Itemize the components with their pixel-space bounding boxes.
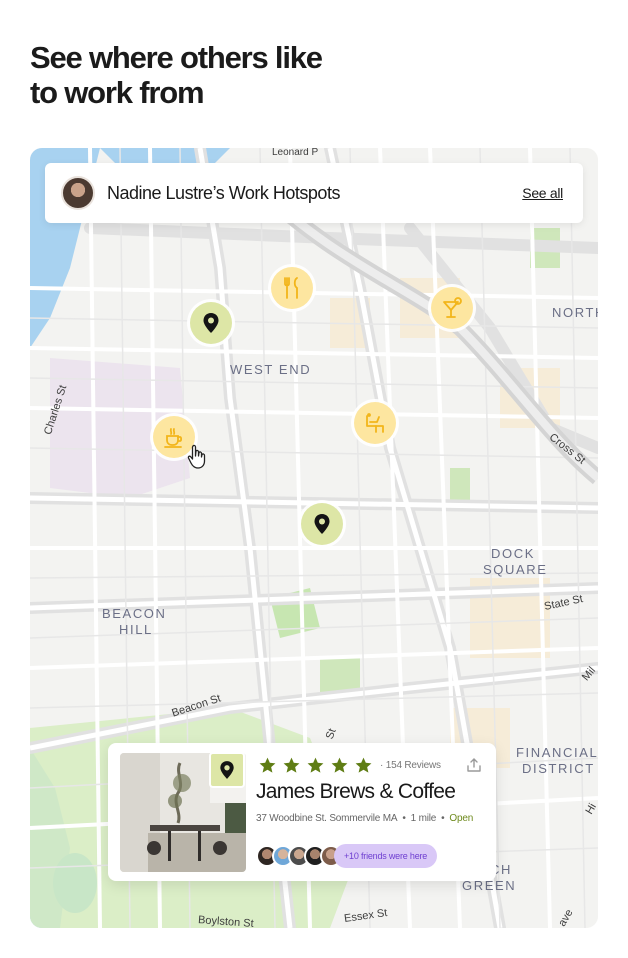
star-icon xyxy=(355,757,372,773)
share-icon[interactable] xyxy=(466,757,482,773)
headline-line-2: to work from xyxy=(30,75,205,110)
hand-pointer-icon xyxy=(187,444,206,469)
page-headline: See where others like to work from xyxy=(30,40,450,110)
desk-chair-icon xyxy=(366,413,384,433)
meta-separator: • xyxy=(402,813,406,824)
area-label-dock-square-2: SQUARE xyxy=(483,562,548,577)
hotspots-header-card: Nadine Lustre’s Work Hotspots See all xyxy=(45,163,583,223)
location-pin-icon xyxy=(314,514,330,534)
place-name[interactable]: James Brews & Coffee xyxy=(256,780,456,804)
star-icon xyxy=(331,757,348,773)
map-view[interactable]: WEST END NORTH BEACON HILL DOCK SQUARE F… xyxy=(30,148,598,928)
location-pin-icon xyxy=(220,761,234,779)
area-label-west-end: WEST END xyxy=(230,362,312,377)
star-icon xyxy=(307,757,324,773)
street-label-leonard: Leonard P xyxy=(272,148,319,158)
place-distance: 1 mile xyxy=(410,813,437,824)
fork-knife-icon xyxy=(284,277,298,299)
review-count[interactable]: · 154 Reviews xyxy=(380,760,441,771)
area-label-dock-square-1: DOCK xyxy=(491,546,535,561)
area-label-north: NORTH xyxy=(552,305,598,320)
meta-separator: • xyxy=(441,813,445,824)
rating-stars: · 154 Reviews xyxy=(258,756,441,775)
area-label-beacon-hill-2: HILL xyxy=(119,622,153,637)
place-card[interactable]: · 154 Reviews James Brews & Coffee 37 Wo… xyxy=(108,743,496,881)
area-label-beacon-hill-1: BEACON xyxy=(102,606,167,621)
map-pin-restaurant[interactable] xyxy=(271,267,313,309)
headline-line-1: See where others like xyxy=(30,40,323,75)
star-icon xyxy=(259,757,276,773)
coffee-cup-icon xyxy=(164,428,183,448)
place-meta: 37 Woodbine St. Sommervile MA • 1 mile •… xyxy=(256,813,473,824)
see-all-link[interactable]: See all xyxy=(522,185,563,201)
map-pin-location-1[interactable] xyxy=(190,302,232,344)
friends-count-badge[interactable]: +10 friends were here xyxy=(334,844,438,868)
map-pin-location-2[interactable] xyxy=(301,503,343,545)
area-label-financial-2: DISTRICT xyxy=(522,761,595,776)
cocktail-icon xyxy=(443,297,462,318)
friends-visited[interactable]: +10 friends were here xyxy=(256,844,438,868)
hotspots-title: Nadine Lustre’s Work Hotspots xyxy=(107,182,340,203)
place-location-badge xyxy=(209,752,245,788)
area-label-financial-1: FINANCIAL xyxy=(516,745,598,760)
location-pin-icon xyxy=(203,313,219,333)
place-status: Open xyxy=(449,813,474,824)
place-address: 37 Woodbine St. Sommervile MA xyxy=(256,813,398,824)
map-pin-bar[interactable] xyxy=(431,287,473,329)
map-pin-workspace[interactable] xyxy=(354,402,396,444)
star-icon xyxy=(283,757,300,773)
user-avatar[interactable] xyxy=(61,176,95,210)
